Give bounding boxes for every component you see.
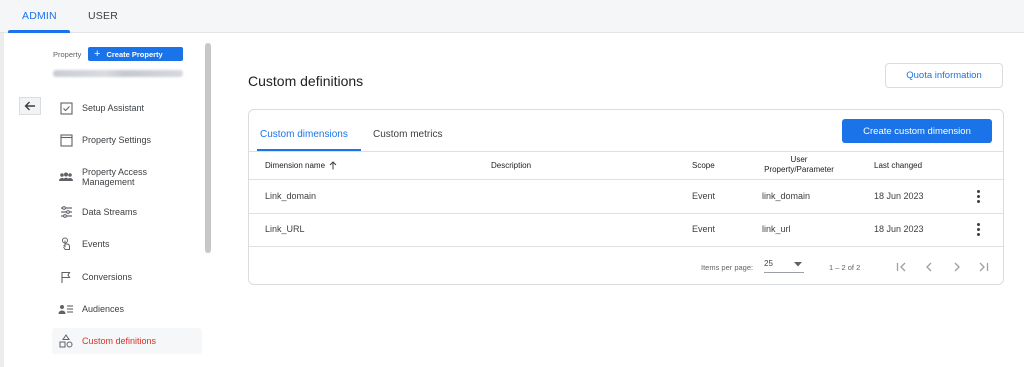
sidebar-item-label: Data Streams <box>82 207 138 217</box>
cell-last-changed: 18 Jun 2023 <box>874 191 924 201</box>
column-header-label: User <box>790 155 808 164</box>
quota-information-button[interactable]: Quota information <box>885 63 1003 88</box>
next-page-button[interactable] <box>950 260 964 274</box>
cell-scope: Event <box>692 224 716 234</box>
column-header-scope: Scope <box>692 161 715 170</box>
sidebar-item-data-streams[interactable]: Data Streams <box>52 199 202 225</box>
header-divider <box>249 179 1003 180</box>
pager-range: 1 – 2 of 2 <box>829 263 861 272</box>
more-vert-icon[interactable] <box>976 190 980 203</box>
row-divider <box>249 213 1003 214</box>
create-custom-dimension-button[interactable]: Create custom dimension <box>842 119 992 143</box>
column-header-last-changed: Last changed <box>874 161 923 170</box>
sidebar-item-property-access[interactable]: Property Access Management <box>52 163 202 191</box>
sidebar-item-label: Events <box>82 239 110 249</box>
items-per-page-value: 25 <box>764 259 773 268</box>
audience-icon <box>58 301 74 317</box>
shapes-icon <box>58 333 74 349</box>
sidebar-item-audiences[interactable]: Audiences <box>52 296 202 322</box>
sidebar-item-conversions[interactable]: Conversions <box>52 264 202 290</box>
property-label: Property <box>53 50 82 59</box>
last-page-icon <box>979 262 988 272</box>
first-page-button[interactable] <box>894 260 908 274</box>
create-property-label: Create Property <box>106 49 163 59</box>
tab-custom-dimensions[interactable]: Custom dimensions <box>260 129 348 140</box>
sidebar-item-label: Conversions <box>82 272 133 282</box>
sidebar-item-label: Property Access Management <box>82 167 148 187</box>
tab-custom-metrics[interactable]: Custom metrics <box>373 129 442 140</box>
cell-parameter: link_url <box>762 224 791 234</box>
page-title: Custom definitions <box>248 73 364 89</box>
back-button[interactable] <box>19 97 41 115</box>
items-per-page-select[interactable]: 25 <box>764 259 804 273</box>
cell-dimension-name: Link_domain <box>265 191 317 201</box>
sidebar-item-label: Audiences <box>82 304 125 314</box>
sidebar-item-label: Setup Assistant <box>82 103 145 113</box>
sidebar-item-label: Custom definitions <box>82 336 157 346</box>
people-icon <box>58 169 74 185</box>
tab-admin[interactable]: ADMIN <box>22 10 57 22</box>
property-selector[interactable] <box>53 70 183 77</box>
arrow-up-icon <box>329 161 337 170</box>
cell-parameter: link_domain <box>762 191 811 201</box>
arrow-left-icon <box>24 101 35 111</box>
checkbox-icon <box>58 100 74 116</box>
custom-definitions-card: Custom dimensions Custom metrics Create … <box>248 109 1004 285</box>
items-per-page-label: Items per page: <box>701 263 754 272</box>
top-tab-bar: ADMIN USER <box>0 0 1024 33</box>
create-property-button[interactable]: + Create Property <box>88 47 183 61</box>
cell-dimension-name: Link_URL <box>265 224 305 234</box>
touch-icon <box>58 236 74 252</box>
more-vert-icon[interactable] <box>976 223 980 236</box>
row-divider <box>249 246 1003 247</box>
cell-last-changed: 18 Jun 2023 <box>874 224 924 234</box>
column-header-dimension-name[interactable]: Dimension name <box>265 161 337 170</box>
plus-icon: + <box>94 47 101 60</box>
tabs-divider <box>249 151 1003 152</box>
column-header-label: Dimension name <box>265 161 326 170</box>
chevron-left-icon <box>926 262 932 272</box>
column-header-user-property: User Property/Parameter <box>754 155 844 175</box>
sidebar-item-label: Property Settings <box>82 135 152 145</box>
first-page-icon <box>896 262 905 272</box>
chevron-right-icon <box>954 262 960 272</box>
sidebar-edge <box>0 33 4 367</box>
sidebar-item-custom-definitions[interactable]: Custom definitions <box>52 328 202 354</box>
sidebar-item-setup-assistant[interactable]: Setup Assistant <box>52 95 202 121</box>
previous-page-button[interactable] <box>922 260 936 274</box>
column-header-label: Property/Parameter <box>764 165 834 174</box>
tab-user[interactable]: USER <box>88 10 118 22</box>
streams-icon <box>58 204 74 220</box>
last-page-button[interactable] <box>976 260 990 274</box>
sidebar-item-property-settings[interactable]: Property Settings <box>52 127 202 153</box>
column-header-description: Description <box>491 161 532 170</box>
dropdown-arrow-icon <box>794 262 802 267</box>
tab-admin-indicator <box>8 30 70 33</box>
window-icon <box>58 132 74 148</box>
sidebar-scrollbar[interactable] <box>205 43 211 253</box>
sidebar-item-events[interactable]: Events <box>52 231 202 257</box>
flag-icon <box>58 269 74 285</box>
cell-scope: Event <box>692 191 716 201</box>
